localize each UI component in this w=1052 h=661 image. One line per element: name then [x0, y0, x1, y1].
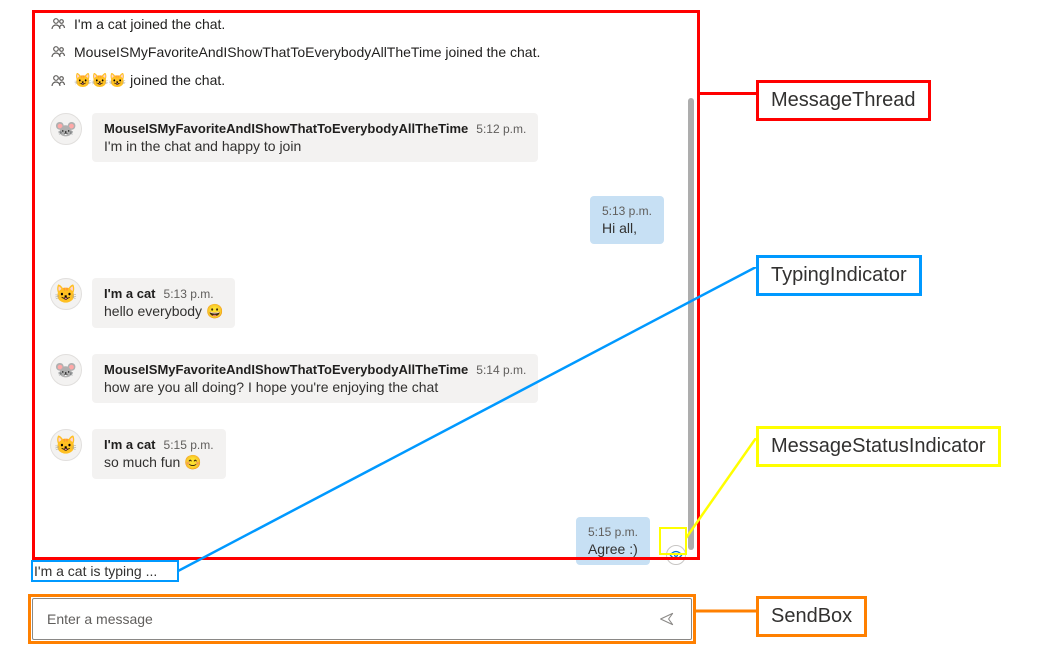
message-sender: MouseISMyFavoriteAndIShowThatToEverybody…	[104, 121, 468, 136]
connector-line	[700, 92, 758, 95]
avatar: 😺	[50, 278, 82, 310]
avatar: 🐭	[50, 113, 82, 145]
message-time: 5:15 p.m.	[164, 438, 214, 452]
system-message-row: 😺😺😺 joined the chat.	[32, 66, 692, 95]
message-bubble-other[interactable]: MouseISMyFavoriteAndIShowThatToEverybody…	[92, 354, 538, 403]
callout-label: TypingIndicator	[771, 264, 907, 286]
callout-label: MessageStatusIndicator	[771, 435, 986, 457]
message-row-other: 🐭 MouseISMyFavoriteAndIShowThatToEverybo…	[32, 103, 692, 168]
message-row-other: 😺 I'm a cat 5:15 p.m. so much fun 😊	[32, 419, 692, 485]
message-status-indicator	[666, 545, 686, 565]
message-row-mine: 5:13 p.m. Hi all,	[32, 186, 692, 250]
callout-message-status-indicator: MessageStatusIndicator	[756, 426, 1001, 467]
send-box	[32, 598, 692, 640]
send-icon	[659, 609, 675, 629]
message-bubble-mine[interactable]: 5:15 p.m. Agree :)	[576, 517, 650, 565]
avatar: 🐭	[50, 354, 82, 386]
avatar: 😺	[50, 429, 82, 461]
message-content: how are you all doing? I hope you're enj…	[104, 379, 526, 395]
system-message-text: 😺😺😺 joined the chat.	[74, 72, 225, 89]
message-time: 5:14 p.m.	[476, 363, 526, 377]
callout-send-box: SendBox	[756, 596, 867, 637]
connector-line	[686, 438, 758, 540]
message-bubble-other[interactable]: I'm a cat 5:13 p.m. hello everybody 😀	[92, 278, 235, 328]
message-content: so much fun 😊	[104, 454, 214, 471]
message-sender: MouseISMyFavoriteAndIShowThatToEverybody…	[104, 362, 468, 377]
message-bubble-other[interactable]: I'm a cat 5:15 p.m. so much fun 😊	[92, 429, 226, 479]
typing-indicator: I'm a cat is typing ...	[32, 561, 159, 581]
connector-line	[694, 608, 758, 614]
message-bubble-mine[interactable]: 5:13 p.m. Hi all,	[590, 196, 664, 244]
people-icon	[50, 44, 66, 60]
message-thread[interactable]: I'm a cat joined the chat. MouseISMyFavo…	[32, 10, 692, 571]
message-time: 5:15 p.m.	[588, 525, 638, 539]
system-message-row: I'm a cat joined the chat.	[32, 10, 692, 38]
message-input[interactable]	[45, 610, 653, 628]
message-sender: I'm a cat	[104, 437, 156, 452]
people-icon	[50, 73, 66, 89]
callout-label: MessageThread	[771, 89, 916, 111]
callout-typing-indicator: TypingIndicator	[756, 255, 922, 296]
message-sender: I'm a cat	[104, 286, 156, 301]
callout-label: SendBox	[771, 605, 852, 627]
message-bubble-other[interactable]: MouseISMyFavoriteAndIShowThatToEverybody…	[92, 113, 538, 162]
message-row-other: 😺 I'm a cat 5:13 p.m. hello everybody 😀	[32, 268, 692, 334]
message-content: Hi all,	[602, 220, 652, 236]
callout-message-thread: MessageThread	[756, 80, 931, 121]
message-content: Agree :)	[588, 541, 638, 557]
system-message-row: MouseISMyFavoriteAndIShowThatToEverybody…	[32, 38, 692, 66]
message-content: I'm in the chat and happy to join	[104, 138, 526, 154]
message-content: hello everybody 😀	[104, 303, 223, 320]
scrollbar[interactable]	[688, 98, 694, 550]
eye-icon	[669, 548, 683, 562]
system-message-text: MouseISMyFavoriteAndIShowThatToEverybody…	[74, 44, 540, 60]
message-time: 5:13 p.m.	[164, 287, 214, 301]
system-message-text: I'm a cat joined the chat.	[74, 16, 225, 32]
send-button[interactable]	[653, 605, 681, 633]
message-time: 5:13 p.m.	[602, 204, 652, 218]
people-icon	[50, 16, 66, 32]
message-time: 5:12 p.m.	[476, 122, 526, 136]
typing-indicator-text: I'm a cat is typing ...	[34, 563, 157, 579]
message-row-other: 🐭 MouseISMyFavoriteAndIShowThatToEverybo…	[32, 344, 692, 409]
